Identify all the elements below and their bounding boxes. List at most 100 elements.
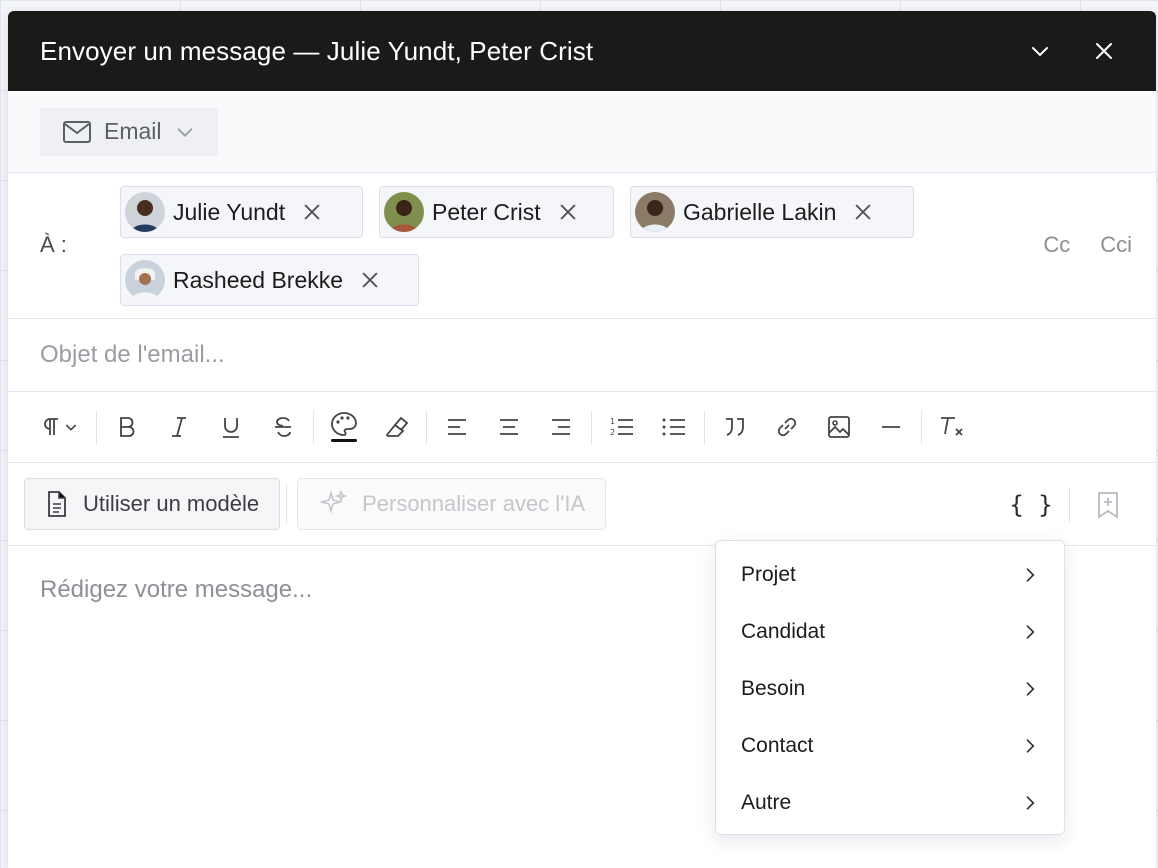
recipient-chip[interactable]: Peter Crist — [379, 186, 614, 238]
remove-recipient-button[interactable] — [557, 200, 581, 224]
menu-item-projet[interactable]: Projet — [716, 546, 1064, 603]
ordered-list-icon: 12 — [610, 417, 633, 437]
remove-recipient-button[interactable] — [301, 200, 325, 224]
insert-image-button[interactable] — [813, 405, 865, 449]
svg-text:2: 2 — [610, 428, 615, 437]
menu-item-besoin[interactable]: Besoin — [716, 660, 1064, 717]
sparkles-icon — [319, 489, 348, 514]
to-label: À : — [40, 232, 67, 257]
save-template-button[interactable] — [1084, 481, 1132, 529]
avatar — [635, 192, 675, 232]
formatting-toolbar: 12 — [8, 392, 1156, 463]
recipient-name: Rasheed Brekke — [173, 266, 344, 293]
cc-bcc-links: Cc Cci — [1043, 232, 1132, 258]
recipient-name: Julie Yundt — [173, 198, 286, 225]
mail-icon — [63, 120, 91, 143]
variables-menu: Projet Candidat Besoin Contact Autre — [715, 540, 1065, 835]
link-button[interactable] — [761, 405, 813, 449]
toolbar-divider — [426, 410, 427, 444]
close-icon — [856, 204, 871, 220]
menu-item-autre[interactable]: Autre — [716, 774, 1064, 831]
bullet-list-button[interactable] — [648, 405, 700, 449]
toolbar-divider — [704, 410, 705, 444]
strikethrough-button[interactable] — [257, 405, 309, 449]
blockquote-button[interactable] — [709, 405, 761, 449]
italic-button[interactable] — [153, 405, 205, 449]
paragraph-style-dropdown[interactable] — [28, 405, 92, 449]
close-icon — [362, 272, 378, 288]
subject-row — [8, 319, 1156, 392]
chevron-down-icon — [177, 127, 192, 137]
insert-variable-button[interactable]: { } — [1007, 491, 1055, 519]
toolbar-divider — [313, 410, 314, 444]
menu-item-candidat[interactable]: Candidat — [716, 603, 1064, 660]
align-right-button[interactable] — [535, 405, 587, 449]
bookmark-add-icon — [1098, 492, 1118, 519]
quote-icon — [726, 418, 744, 436]
use-template-label: Utiliser un modèle — [83, 491, 260, 516]
dialog-header: Envoyer un message — Julie Yundt, Peter … — [8, 11, 1156, 91]
recipient-name: Gabrielle Lakin — [683, 198, 837, 225]
subject-input[interactable] — [40, 341, 1124, 369]
palette-icon — [331, 412, 357, 442]
channel-selector[interactable]: Email — [40, 107, 218, 156]
bcc-link[interactable]: Cci — [1100, 232, 1132, 258]
document-icon — [48, 491, 66, 517]
chevron-right-icon — [1026, 795, 1035, 810]
recipient-chip[interactable]: Julie Yundt — [120, 186, 363, 238]
actions-divider — [286, 484, 288, 524]
underline-button[interactable] — [205, 405, 257, 449]
pilcrow-icon — [44, 418, 58, 435]
avatar — [384, 192, 424, 232]
actions-row: Utiliser un modèle Personnaliser avec l'… — [8, 463, 1156, 546]
dialog-title: Envoyer un message — Julie Yundt, Peter … — [40, 35, 594, 66]
close-button[interactable] — [1084, 31, 1124, 71]
underline-icon — [223, 418, 239, 438]
toolbar-divider — [921, 410, 922, 444]
personalize-ai-label: Personnaliser avec l'IA — [362, 491, 586, 516]
avatar — [125, 260, 165, 300]
close-icon — [1096, 43, 1112, 59]
recipient-chip[interactable]: Rasheed Brekke — [120, 254, 419, 306]
menu-item-contact[interactable]: Contact — [716, 717, 1064, 774]
horizontal-rule-icon — [882, 426, 900, 428]
recipient-name: Peter Crist — [432, 198, 541, 225]
horizontal-rule-button[interactable] — [865, 405, 917, 449]
italic-icon — [172, 417, 186, 437]
chevron-right-icon — [1026, 738, 1035, 753]
actions-right-group: { } — [1007, 481, 1132, 529]
recipient-chip[interactable]: Gabrielle Lakin — [630, 186, 914, 238]
bold-button[interactable] — [101, 405, 153, 449]
cc-link[interactable]: Cc — [1043, 232, 1070, 258]
channel-row: Email — [8, 91, 1156, 173]
close-icon — [560, 204, 575, 220]
align-left-icon — [448, 419, 466, 435]
recipients-row: À : Julie Yundt Peter Crist Gabrielle La… — [8, 173, 1156, 319]
chevron-down-icon — [1032, 47, 1048, 57]
svg-text:1: 1 — [610, 417, 615, 426]
align-center-icon — [500, 419, 518, 435]
chevron-right-icon — [1026, 681, 1035, 696]
image-icon — [828, 416, 850, 438]
strikethrough-icon — [275, 417, 291, 437]
toolbar-divider — [591, 410, 592, 444]
text-color-button[interactable] — [318, 405, 370, 449]
align-left-button[interactable] — [431, 405, 483, 449]
clear-formatting-button[interactable] — [926, 405, 978, 449]
minimize-button[interactable] — [1020, 31, 1060, 71]
remove-recipient-button[interactable] — [359, 268, 383, 292]
menu-item-label: Besoin — [741, 676, 806, 700]
clear-format-icon — [941, 417, 963, 436]
bold-icon — [120, 417, 135, 437]
menu-item-label: Projet — [741, 562, 796, 586]
use-template-button[interactable]: Utiliser un modèle — [24, 478, 281, 530]
align-right-icon — [552, 419, 570, 435]
highlight-button[interactable] — [370, 405, 422, 449]
ordered-list-button[interactable]: 12 — [596, 405, 648, 449]
remove-recipient-button[interactable] — [852, 200, 876, 224]
chevron-right-icon — [1026, 567, 1035, 582]
avatar — [125, 192, 165, 232]
personalize-ai-button[interactable]: Personnaliser avec l'IA — [297, 478, 607, 530]
actions-divider — [1069, 488, 1070, 522]
align-center-button[interactable] — [483, 405, 535, 449]
